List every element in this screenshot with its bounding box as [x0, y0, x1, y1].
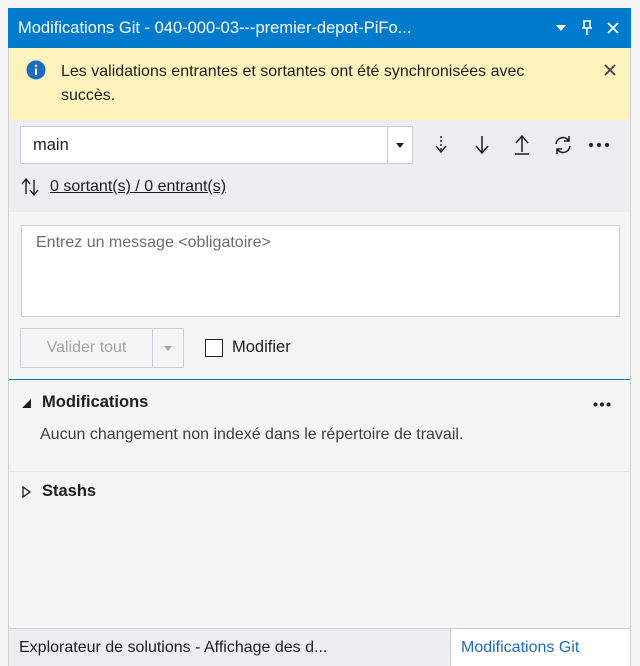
branch-selector[interactable]: main: [20, 126, 413, 164]
push-icon: [515, 134, 529, 155]
commit-all-button[interactable]: Valider tout: [20, 328, 184, 368]
commit-all-label: Valider tout: [21, 329, 153, 367]
amend-checkbox[interactable]: Modifier: [205, 338, 291, 357]
changes-section-title: Modifications: [42, 393, 149, 411]
more-icon: [593, 402, 611, 406]
expand-triangle-icon[interactable]: [20, 485, 34, 498]
panel-title-bar: Modifications Git - 040-000-03---premier…: [8, 8, 631, 48]
amend-checkbox-box[interactable]: [205, 338, 223, 357]
amend-label: Modifier: [232, 338, 291, 356]
fetch-icon: [435, 136, 447, 154]
fetch-button[interactable]: [427, 130, 455, 160]
sync-button[interactable]: [549, 130, 577, 160]
stashes-section-title: Stashs: [42, 482, 97, 500]
commit-message-input[interactable]: Entrez un message <obligatoire>: [21, 225, 620, 317]
commit-message-placeholder: Entrez un message <obligatoire>: [36, 234, 271, 251]
info-bar: Les validations entrantes et sortantes o…: [9, 48, 630, 120]
outgoing-incoming-link[interactable]: 0 sortant(s) / 0 entrant(s): [50, 178, 226, 196]
bottom-tab-bar: Explorateur de solutions - Affichage des…: [9, 628, 630, 666]
info-message: Les validations entrantes et sortantes o…: [61, 63, 525, 104]
tab-git-changes[interactable]: Modifications Git: [450, 629, 630, 666]
stashes-section-header[interactable]: Stashs: [20, 482, 96, 501]
chevron-down-icon[interactable]: [549, 16, 573, 40]
more-icon: [589, 143, 609, 147]
outgoing-incoming-icon: [21, 178, 39, 196]
pull-icon: [475, 136, 489, 155]
sync-icon: [555, 136, 571, 154]
more-actions-button[interactable]: [585, 130, 613, 160]
changes-section-header[interactable]: Modifications: [20, 393, 148, 412]
push-button[interactable]: [508, 130, 536, 160]
tab-solution-explorer[interactable]: Explorateur de solutions - Affichage des…: [9, 629, 450, 666]
panel-title: Modifications Git - 040-000-03---premier…: [18, 18, 412, 37]
pin-icon[interactable]: [575, 16, 599, 40]
no-changes-message: Aucun changement non indexé dans le répe…: [40, 426, 464, 443]
section-divider: [9, 471, 630, 472]
close-icon[interactable]: [601, 16, 625, 40]
close-icon[interactable]: [602, 62, 618, 78]
sync-status: 0 sortant(s) / 0 entrant(s): [20, 175, 226, 199]
pull-button[interactable]: [468, 130, 496, 160]
chevron-down-icon[interactable]: [387, 127, 412, 163]
branch-name: main: [33, 135, 69, 154]
chevron-down-icon[interactable]: [153, 329, 183, 367]
section-divider: [9, 379, 630, 380]
changes-more-button[interactable]: [590, 394, 614, 414]
collapse-triangle-icon[interactable]: [20, 397, 34, 409]
info-icon: [26, 60, 46, 80]
